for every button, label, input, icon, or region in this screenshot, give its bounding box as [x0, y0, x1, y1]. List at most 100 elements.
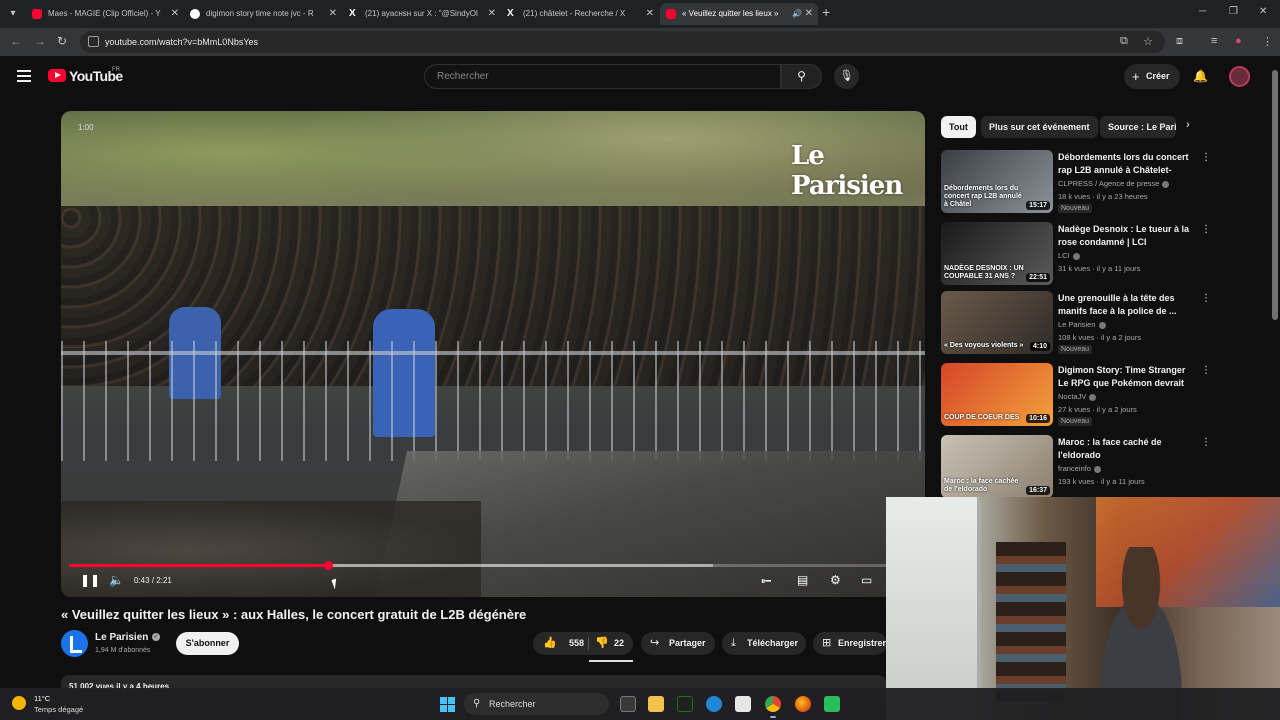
chrome-browser-icon[interactable]	[765, 696, 781, 718]
taskbar-search[interactable]: ⚲ Rechercher	[464, 693, 609, 715]
recommendation-card[interactable]: « Des voyous violents » 4:10 Une grenoui…	[941, 291, 1211, 355]
subtitles-icon[interactable]: ▤	[797, 573, 808, 587]
firefox-browser-icon[interactable]	[795, 696, 811, 712]
recommendation-title[interactable]: Débordements lors du concert rap L2B ann…	[1058, 151, 1194, 177]
channel-name[interactable]: Le Parisien	[95, 632, 148, 643]
maximize-icon[interactable]: ❐	[1229, 6, 1238, 17]
more-actions-icon[interactable]: ⋮	[1201, 293, 1211, 304]
recommendation-channel[interactable]: CLPRESS / Agence de presse	[1058, 179, 1170, 188]
close-tab-icon[interactable]: ✕	[488, 3, 496, 25]
thumbs-down-icon[interactable]: 👎	[595, 632, 609, 655]
more-actions-icon[interactable]: ⋮	[1201, 152, 1211, 163]
browser-tab-3[interactable]: X (21) ayacнsн sur X : "@SindyOl ✕	[343, 3, 501, 25]
recommendation-thumbnail[interactable]: « Des voyous violents » 4:10	[941, 291, 1053, 354]
recommendation-channel[interactable]: franceinfo	[1058, 464, 1101, 473]
microsoft-store-icon[interactable]	[735, 696, 751, 712]
more-actions-icon[interactable]: ⋮	[1201, 365, 1211, 376]
voice-search-button[interactable]: 🎙	[834, 64, 859, 89]
task-view-icon[interactable]	[620, 696, 636, 712]
recommendation-channel[interactable]: LCI	[1058, 251, 1080, 260]
xbox-icon[interactable]	[677, 696, 693, 712]
youtube-logo-icon[interactable]	[48, 69, 66, 82]
chip-all[interactable]: Tout	[941, 116, 976, 138]
back-icon[interactable]: ←	[10, 34, 22, 48]
progress-scrubber-handle[interactable]	[323, 561, 333, 570]
chip-source[interactable]: Source : Le Parisien	[1100, 116, 1176, 138]
recommendation-card[interactable]: NADÈGE DESNOIX : UN COUPABLE 31 ANS ? 22…	[941, 222, 1211, 286]
dislike-count[interactable]: 22	[614, 632, 624, 655]
close-window-icon[interactable]: ✕	[1259, 6, 1267, 17]
obs-recorder-icon[interactable]	[824, 696, 840, 712]
browser-tab-4[interactable]: X (21) châtelet - Recherche / X ✕	[501, 3, 659, 25]
recommendation-thumbnail[interactable]: Débordements lors du concert rap L2B ann…	[941, 150, 1053, 213]
minimize-icon[interactable]: ─	[1199, 6, 1206, 17]
recommendation-title[interactable]: Maroc : la face caché de l'eldorado	[1058, 436, 1194, 461]
recommendation-thumbnail[interactable]: COUP DE COEUR DES 10:16	[941, 363, 1053, 426]
search-input[interactable]	[437, 65, 767, 88]
progress-bar[interactable]	[69, 561, 917, 570]
more-actions-icon[interactable]: ⋮	[1201, 224, 1211, 235]
profile-icon[interactable]: ●	[1235, 35, 1242, 47]
notifications-bell-icon[interactable]: 🔔	[1193, 69, 1208, 83]
url-text[interactable]: youtube.com/watch?v=bMmL0NbsYes	[105, 31, 258, 53]
recommendation-channel[interactable]: NoctaJV	[1058, 392, 1097, 401]
page-scrollbar[interactable]	[1270, 56, 1280, 497]
search-button[interactable]: ⚲	[781, 64, 822, 89]
browser-tab-1[interactable]: Maes - MAGIE (Clip Officiel) - Y ✕	[26, 3, 184, 25]
video-player[interactable]: Le Parisien 1:00 ❚❚ 🔈 0:43 / 2:21 ⏸━ ▤ ⚙…	[61, 111, 925, 597]
more-actions-icon[interactable]: ⋮	[1201, 437, 1211, 448]
audio-playing-icon[interactable]: 🔊	[792, 3, 802, 25]
forward-icon[interactable]: →	[34, 34, 46, 48]
browser-tab-5-active[interactable]: « Veuillez quitter les lieux » 🔊 ✕	[660, 3, 818, 25]
theater-mode-icon[interactable]: ▭	[861, 573, 872, 587]
channel-avatar[interactable]	[61, 630, 88, 657]
extensions-icon[interactable]: ⧈	[1176, 35, 1183, 48]
close-tab-icon[interactable]: ✕	[329, 3, 337, 25]
file-explorer-icon[interactable]	[648, 696, 664, 712]
autoplay-toggle-icon[interactable]: ⏸━	[761, 576, 771, 587]
address-bar[interactable]: youtube.com/watch?v=bMmL0NbsYes	[80, 31, 1165, 53]
chip-more-on-event[interactable]: Plus sur cet événement	[981, 116, 1098, 138]
menu-icon[interactable]	[17, 70, 31, 82]
browser-tab-2[interactable]: digimon story time note jvc - R ✕	[184, 3, 342, 25]
create-button[interactable]: + Créer	[1124, 64, 1180, 89]
settings-gear-icon[interactable]: ⚙	[830, 573, 841, 587]
recommendation-title[interactable]: Digimon Story: Time Stranger Le RPG que …	[1058, 364, 1194, 390]
volume-icon[interactable]: 🔈	[109, 573, 124, 587]
recommendation-title[interactable]: Nadège Desnoix : Le tueur à la rose cond…	[1058, 223, 1194, 248]
edge-browser-icon[interactable]	[706, 696, 722, 712]
weather-temperature[interactable]: 11°C	[34, 694, 50, 703]
close-tab-icon[interactable]: ✕	[646, 3, 654, 25]
scrollbar-thumb[interactable]	[1272, 70, 1278, 320]
thumbs-up-icon[interactable]: 👍	[543, 632, 557, 655]
subscribe-button[interactable]: S'abonner	[176, 632, 239, 655]
recommendation-card[interactable]: COUP DE COEUR DES 10:16 Digimon Story: T…	[941, 363, 1211, 427]
share-button[interactable]: ↪ Partager	[641, 632, 715, 655]
new-tab-icon[interactable]: +	[822, 4, 830, 20]
windows-start-icon[interactable]	[440, 697, 455, 712]
bookmark-star-icon[interactable]: ☆	[1143, 35, 1153, 48]
recommendation-thumbnail[interactable]: NADÈGE DESNOIX : UN COUPABLE 31 ANS ? 22…	[941, 222, 1053, 285]
like-count[interactable]: 558	[569, 638, 584, 648]
chevron-right-icon[interactable]: ›	[1186, 119, 1190, 131]
close-tab-icon[interactable]: ✕	[805, 3, 813, 25]
reload-icon[interactable]: ↻	[57, 34, 67, 48]
search-box[interactable]	[424, 64, 781, 89]
close-tab-icon[interactable]: ✕	[171, 3, 179, 25]
recommendation-channel[interactable]: Le Parisien	[1058, 320, 1106, 329]
browser-menu-icon[interactable]: ⋮	[1262, 35, 1273, 48]
recommendation-card[interactable]: Débordements lors du concert rap L2B ann…	[941, 150, 1211, 214]
weather-sun-icon[interactable]	[12, 696, 26, 710]
site-info-icon[interactable]	[88, 36, 99, 47]
save-button[interactable]: ⊞ Enregistrer	[813, 632, 887, 655]
install-app-icon[interactable]: ⧉	[1120, 35, 1128, 48]
weather-description[interactable]: Temps dégagé	[34, 705, 83, 714]
download-button[interactable]: ⤓ Télécharger	[722, 632, 806, 655]
recommendation-card[interactable]: Maroc : la face cachée de l'eldorado 16:…	[941, 435, 1211, 499]
recommendation-title[interactable]: Une grenouille à la tête des manifs face…	[1058, 292, 1194, 317]
tab-search-menu-icon[interactable]: ▾	[4, 5, 22, 23]
account-avatar[interactable]	[1229, 66, 1250, 87]
recommendation-thumbnail[interactable]: Maroc : la face cachée de l'eldorado 16:…	[941, 435, 1053, 498]
pause-icon[interactable]: ❚❚	[80, 573, 100, 587]
reading-list-icon[interactable]: ≡	[1211, 35, 1217, 47]
